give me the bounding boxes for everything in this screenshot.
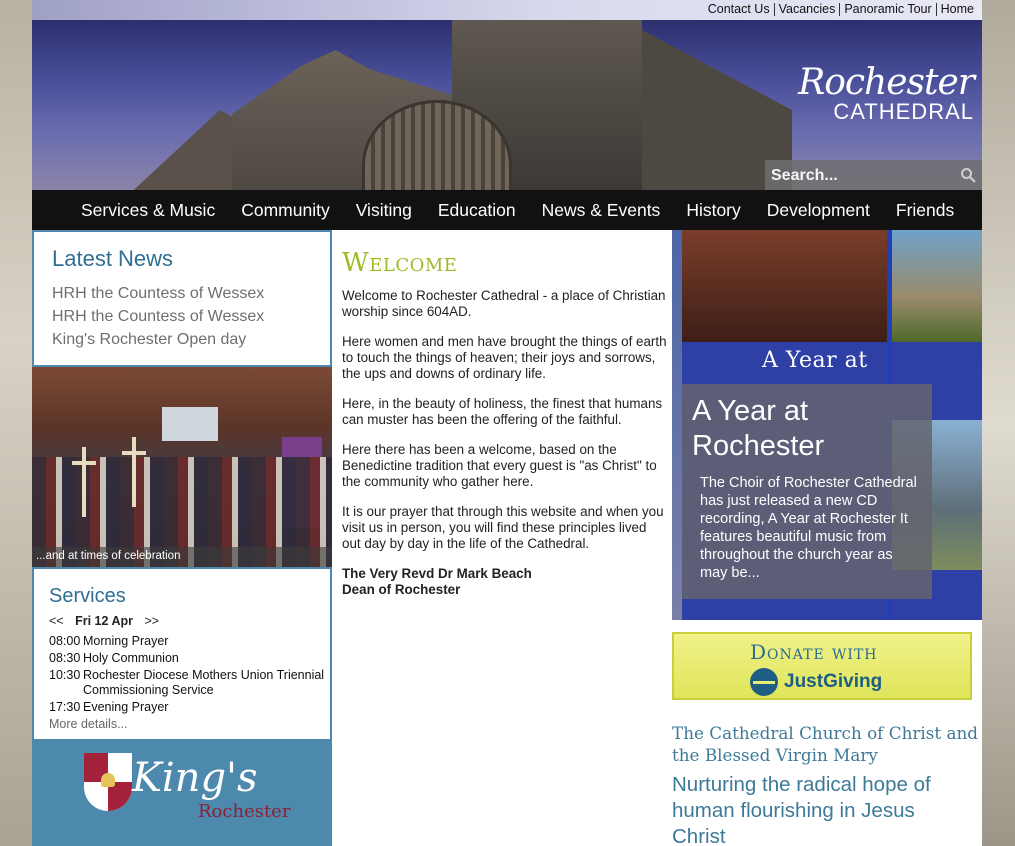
photo-cross [72,447,96,517]
cd-feature-overlay: A Year at Rochester The Choir of Rochest… [682,384,932,599]
photo-cross [122,437,146,507]
nav-news-events[interactable]: News & Events [542,200,661,221]
service-name: Holy Communion [83,651,179,665]
nav-visiting[interactable]: Visiting [356,200,412,221]
donate-button[interactable]: Donate with JustGiving [672,632,972,700]
search-box [765,160,982,190]
prev-day-button[interactable]: << [49,614,64,628]
welcome-paragraph: Here, in the beauty of holiness, the fin… [342,396,663,427]
nav-education[interactable]: Education [438,200,516,221]
service-time: 08:30 [49,651,81,665]
shield-icon [84,753,132,811]
service-time: 08:00 [49,634,81,648]
vacancies-link[interactable]: Vacancies [775,2,840,16]
welcome-paragraph: It is our prayer that through this websi… [342,504,664,551]
home-link[interactable]: Home [937,2,978,16]
cd-cover-title: A Year at [762,348,868,373]
service-time: 10:30 [49,668,81,682]
service-row: 17:30 Evening Prayer [49,700,330,715]
latest-news-title: Latest News [52,246,174,271]
kings-logo-text: King's [132,755,258,801]
background-left [0,0,32,846]
welcome-paragraph: Here women and men have brought the thin… [342,334,667,381]
news-item[interactable]: HRH the Countess of Wessex [52,282,330,305]
services-date: Fri 12 Apr [75,614,133,628]
service-row: 10:30 Rochester Diocese Mothers Union Tr… [49,668,330,698]
cd-feature[interactable]: A Year at A Year at Rochester The Choir … [682,230,982,620]
signature-role: Dean of Rochester [342,582,461,597]
welcome-title: Welcome [342,248,458,278]
top-bar: Contact Us Vacancies Panoramic Tour Home [32,0,982,20]
column-divider [672,230,682,620]
nav-history[interactable]: History [686,200,740,221]
search-icon[interactable] [960,167,976,183]
welcome-paragraph: Welcome to Rochester Cathedral - a place… [342,288,666,319]
more-details-link[interactable]: More details... [49,717,330,731]
news-item[interactable]: King's Rochester Open day [52,328,330,351]
cd-feature-text: The Choir of Rochester Cathedral has jus… [700,475,917,581]
cd-feature-title: A Year at Rochester [692,395,825,462]
service-name: Rochester Diocese Mothers Union Triennia… [83,668,325,697]
services-title: Services [49,585,126,607]
motto-text: Nurturing the radical hope of human flou… [672,773,931,846]
service-time: 17:30 [49,700,81,714]
welcome-section: Welcome Welcome to Rochester Cathedral -… [342,248,667,598]
photo-caption: ...and at times of celebration [32,547,332,567]
top-links: Contact Us Vacancies Panoramic Tour Home [704,2,978,16]
page: Contact Us Vacancies Panoramic Tour Home… [32,0,982,846]
service-name: Morning Prayer [83,634,169,648]
contact-us-link[interactable]: Contact Us [704,2,774,16]
photo-shop-window [162,407,218,441]
cd-photo-cathedral [892,230,982,342]
panoramic-tour-link[interactable]: Panoramic Tour [840,2,935,16]
services-panel: Services << Fri 12 Apr >> 08:00 Morning … [32,567,332,741]
next-day-button[interactable]: >> [144,614,159,628]
search-input[interactable] [771,165,951,187]
kings-logo-place: Rochester [198,801,291,822]
nav-friends[interactable]: Friends [896,200,954,221]
service-row: 08:30 Holy Communion [49,651,330,666]
nav-development[interactable]: Development [767,200,870,221]
main-nav: Services & Music Community Visiting Educ… [32,190,982,230]
services-date-nav: << Fri 12 Apr >> [49,614,330,628]
justgiving-label: JustGiving [784,671,883,692]
service-row: 08:00 Morning Prayer [49,634,330,649]
nav-community[interactable]: Community [241,200,330,221]
signature-name: The Very Revd Dr Mark Beach [342,566,532,581]
site-logo[interactable]: Rochester CATHEDRAL [798,62,975,125]
dedication-text: The Cathedral Church of Christ and the B… [672,723,979,765]
nav-services-music[interactable]: Services & Music [81,200,215,221]
justgiving-icon [750,668,778,696]
kings-rochester-banner[interactable]: King's Rochester [32,741,332,846]
welcome-paragraph: Here there has been a welcome, based on … [342,442,657,489]
service-name: Evening Prayer [83,700,169,714]
cd-photo-choir [682,230,887,342]
background-right [982,0,1015,846]
logo-line1: Rochester [798,62,975,103]
donate-label: Donate with [750,640,878,664]
news-item[interactable]: HRH the Countess of Wessex [52,305,330,328]
latest-news-panel: Latest News HRH the Countess of Wessex H… [32,230,332,367]
header-banner: Rochester CATHEDRAL [32,20,982,190]
celebration-photo: ...and at times of celebration [32,367,332,567]
